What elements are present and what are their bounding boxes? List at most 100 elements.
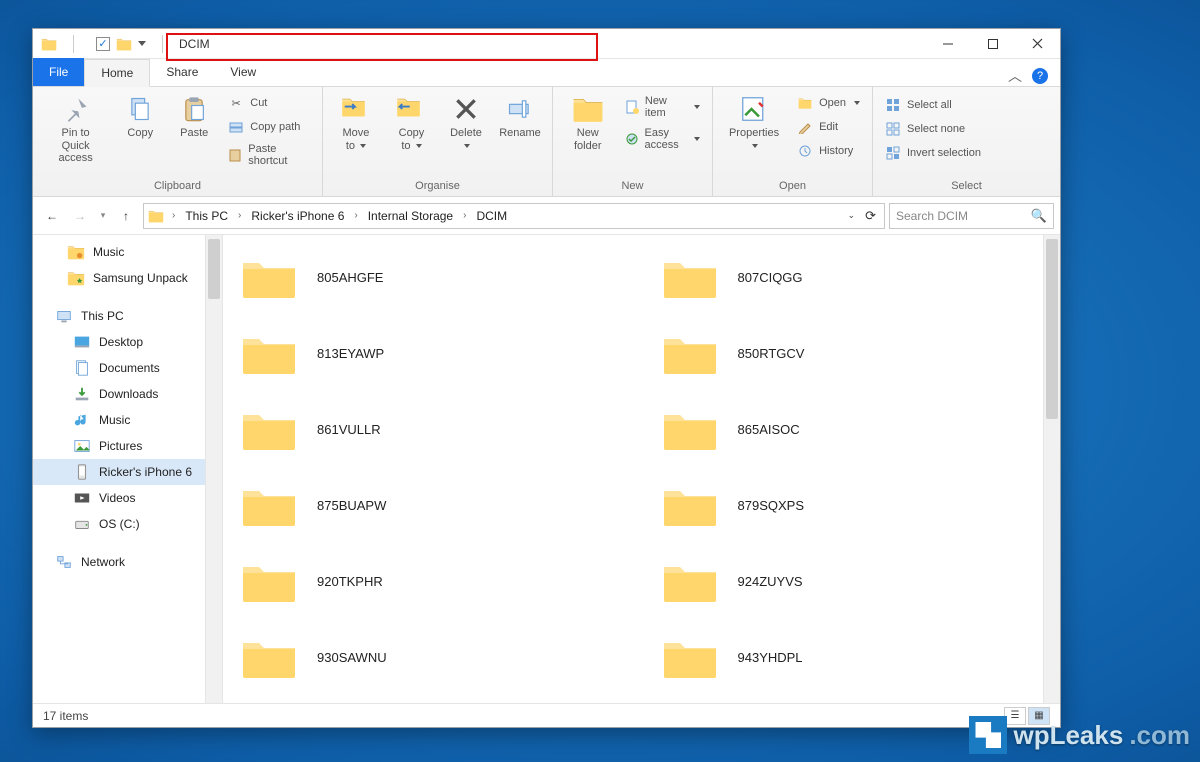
- music2-icon: [73, 411, 91, 429]
- item-count: 17 items: [43, 709, 88, 723]
- history-button[interactable]: History: [793, 141, 864, 161]
- paste-icon: [178, 93, 210, 125]
- tree-item[interactable]: Desktop: [33, 329, 222, 355]
- address-bar[interactable]: › This PC › Ricker's iPhone 6 › Internal…: [143, 203, 885, 229]
- paste-shortcut-button[interactable]: Paste shortcut: [224, 141, 314, 169]
- pin-to-quick-access-button[interactable]: Pin to Quick access: [41, 91, 110, 167]
- folder-item[interactable]: 850RTGCV: [662, 331, 1043, 375]
- folder-item[interactable]: 813EYAWP: [241, 331, 622, 375]
- tab-file[interactable]: File: [33, 58, 84, 86]
- chevron-down-icon: [464, 144, 470, 148]
- select-none-button[interactable]: Select none: [881, 119, 985, 139]
- tree-item-label: Network: [81, 555, 125, 569]
- search-icon: 🔍: [1031, 208, 1047, 224]
- navigation-bar: ← → ▾ ↑ › This PC › Ricker's iPhone 6 › …: [33, 197, 1060, 235]
- open-icon: [797, 95, 813, 111]
- properties-button[interactable]: Properties: [721, 91, 787, 154]
- forward-button[interactable]: →: [67, 203, 93, 229]
- back-button[interactable]: ←: [39, 203, 65, 229]
- breadcrumb-item[interactable]: DCIM: [474, 209, 509, 223]
- ribbon: Pin to Quick access Copy Paste ✂Cut Copy…: [33, 87, 1060, 197]
- open-button[interactable]: Open: [793, 93, 864, 113]
- copy-path-icon: [228, 119, 244, 135]
- tree-item[interactable]: Network: [33, 549, 222, 575]
- qat-dropdown-icon[interactable]: [138, 41, 146, 46]
- folder-item[interactable]: 924ZUYVS: [662, 559, 1043, 603]
- folder-item[interactable]: 807CIQGG: [662, 255, 1043, 299]
- breadcrumb-separator-icon[interactable]: ›: [459, 210, 470, 221]
- folder-item[interactable]: 879SQXPS: [662, 483, 1043, 527]
- easy-access-icon: [625, 131, 639, 147]
- breadcrumb-separator-icon[interactable]: ›: [350, 210, 361, 221]
- chevron-down-icon: [416, 144, 422, 148]
- move-to-button[interactable]: Move to: [331, 91, 381, 154]
- title-bar: DCIM: [33, 29, 1060, 59]
- folder-item[interactable]: 865AISOC: [662, 407, 1043, 451]
- breadcrumb-separator-icon[interactable]: ›: [234, 210, 245, 221]
- folder-item[interactable]: 943YHDPL: [662, 635, 1043, 679]
- tab-view[interactable]: View: [214, 58, 272, 86]
- tree-item-label: Documents: [99, 361, 160, 375]
- maximize-button[interactable]: [970, 29, 1015, 59]
- qat-properties-icon[interactable]: [96, 37, 110, 51]
- invert-selection-button[interactable]: Invert selection: [881, 143, 985, 163]
- breadcrumb-item[interactable]: Ricker's iPhone 6: [249, 209, 346, 223]
- tab-home[interactable]: Home: [84, 59, 150, 87]
- folder-item[interactable]: 920TKPHR: [241, 559, 622, 603]
- folder-item[interactable]: 805AHGFE: [241, 255, 622, 299]
- select-all-button[interactable]: Select all: [881, 95, 985, 115]
- tree-item[interactable]: OS (C:): [33, 511, 222, 537]
- breadcrumb-item[interactable]: This PC: [183, 209, 230, 223]
- folder-name: 861VULLR: [317, 422, 381, 437]
- copy-path-button[interactable]: Copy path: [224, 117, 314, 137]
- folder-icon: [662, 483, 718, 527]
- new-folder-button[interactable]: New folder: [561, 91, 615, 154]
- tab-share[interactable]: Share: [150, 58, 214, 86]
- scissors-icon: ✂: [228, 95, 244, 111]
- move-to-icon: [340, 93, 372, 125]
- folder-name: 875BUAPW: [317, 498, 386, 513]
- pictures-icon: [73, 437, 91, 455]
- easy-access-button[interactable]: Easy access: [621, 125, 704, 153]
- copy-to-button[interactable]: Copy to: [387, 91, 436, 154]
- group-label-select: Select: [881, 178, 1052, 196]
- tree-item[interactable]: This PC: [33, 303, 222, 329]
- close-button[interactable]: [1015, 29, 1060, 59]
- refresh-icon[interactable]: ⟳: [865, 208, 876, 224]
- new-item-button[interactable]: New item: [621, 93, 704, 121]
- rename-button[interactable]: Rename: [496, 91, 544, 142]
- content-scrollbar[interactable]: [1043, 235, 1060, 703]
- paste-button[interactable]: Paste: [170, 91, 218, 142]
- up-button[interactable]: ↑: [113, 203, 139, 229]
- delete-button[interactable]: Delete: [442, 91, 490, 154]
- new-folder-icon: [572, 93, 604, 125]
- folder-item[interactable]: 875BUAPW: [241, 483, 622, 527]
- folder-item[interactable]: 930SAWNU: [241, 635, 622, 679]
- breadcrumb-separator-icon[interactable]: ›: [168, 210, 179, 221]
- recent-locations-button[interactable]: ▾: [95, 203, 111, 229]
- tree-item[interactable]: Music: [33, 407, 222, 433]
- folder-item[interactable]: 861VULLR: [241, 407, 622, 451]
- tree-item[interactable]: Pictures: [33, 433, 222, 459]
- tree-item[interactable]: Downloads: [33, 381, 222, 407]
- search-input[interactable]: Search DCIM 🔍: [889, 203, 1054, 229]
- pin-icon: [60, 93, 92, 125]
- sidebar-scrollbar[interactable]: [205, 235, 222, 703]
- help-icon[interactable]: ?: [1032, 68, 1048, 84]
- breadcrumb-item[interactable]: Internal Storage: [366, 209, 455, 223]
- qat-folder-icon[interactable]: [116, 36, 132, 52]
- copy-button[interactable]: Copy: [116, 91, 164, 142]
- address-dropdown-icon[interactable]: ⌄: [848, 210, 856, 221]
- quick-access-toolbar: [90, 36, 146, 52]
- group-label-open: Open: [721, 178, 864, 196]
- tree-item[interactable]: Videos: [33, 485, 222, 511]
- tree-item[interactable]: Music: [33, 239, 222, 265]
- tree-item[interactable]: Documents: [33, 355, 222, 381]
- ribbon-collapse-icon[interactable]: ︿: [1008, 66, 1022, 86]
- minimize-button[interactable]: [925, 29, 970, 59]
- tree-item[interactable]: Ricker's iPhone 6: [33, 459, 222, 485]
- edit-button[interactable]: Edit: [793, 117, 864, 137]
- new-item-icon: [625, 99, 639, 115]
- tree-item[interactable]: Samsung Unpack: [33, 265, 222, 291]
- cut-button[interactable]: ✂Cut: [224, 93, 314, 113]
